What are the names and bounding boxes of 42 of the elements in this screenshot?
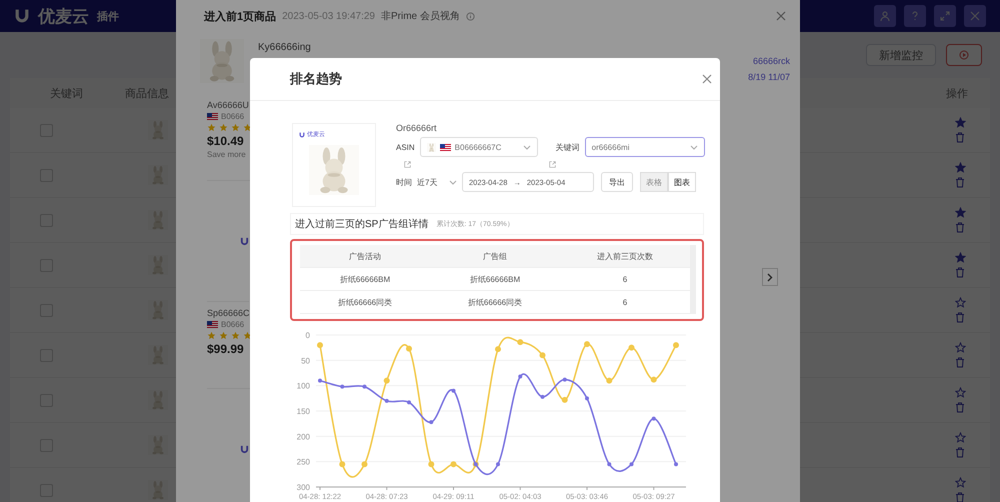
table-cell-text: 6 [622,274,628,284]
view-tab[interactable]: 图表 [668,172,696,192]
y-tick-label: 50 [301,356,310,366]
product-name: Av66666U [207,100,250,110]
field-label: ASIN [396,142,415,152]
price: $99.99 [207,342,245,356]
table-cell-text: 折纸66666同类 [466,296,524,308]
export-button[interactable]: 导出 [601,172,633,192]
table-cell-text: 折纸66666BM [338,274,392,284]
y-tick-label: 200 [296,432,310,442]
y-tick-label: 0 [306,331,310,340]
asin-text: B0666 [221,112,244,121]
side-text: 8/19 11/07 [748,72,790,82]
table-cell-text: 折纸66666同类 [336,296,394,308]
y-tick-label: 300 [296,483,310,492]
column-header: 广告组 [482,250,508,262]
table-cell-text: 6 [622,298,628,306]
side-text: 66666rck [752,56,790,66]
asin-select[interactable]: B06666667C [420,137,538,157]
column-header: 广告活动 [348,250,382,262]
timestamp: 2023-05-03 19:47:29 [282,10,375,22]
field-label: 关键词 [556,142,580,152]
y-tick-label: 100 [296,382,310,391]
brand-tag: 插件 [97,8,119,24]
product-name: Sp66666C [207,308,251,318]
product-name: Ky66666ing [258,42,311,53]
price: $10.49 [207,134,245,148]
asin-text: B0666 [221,320,244,329]
section-title: 进入过前三页的SP广告组详情 [295,218,428,231]
column-header: 进入前三页次数 [596,250,654,262]
y-tick-label: 250 [296,458,310,467]
table-cell-text: 折纸66666BM [468,274,522,284]
brand-name: 优麦云 [38,6,89,28]
view-label: 非Prime 会员视角 [380,10,460,23]
promo-text: Save more [207,150,247,159]
product-name: Or66666rt [396,123,438,133]
modal-title: 排名趋势 [290,70,342,88]
field-label: 时间 [396,176,412,188]
period-select[interactable]: 近7天 [417,172,457,192]
keyword-select[interactable]: or66666mi [584,137,705,157]
y-tick-label: 150 [296,407,310,416]
dialog-title: 进入前1页商品 [204,10,276,24]
